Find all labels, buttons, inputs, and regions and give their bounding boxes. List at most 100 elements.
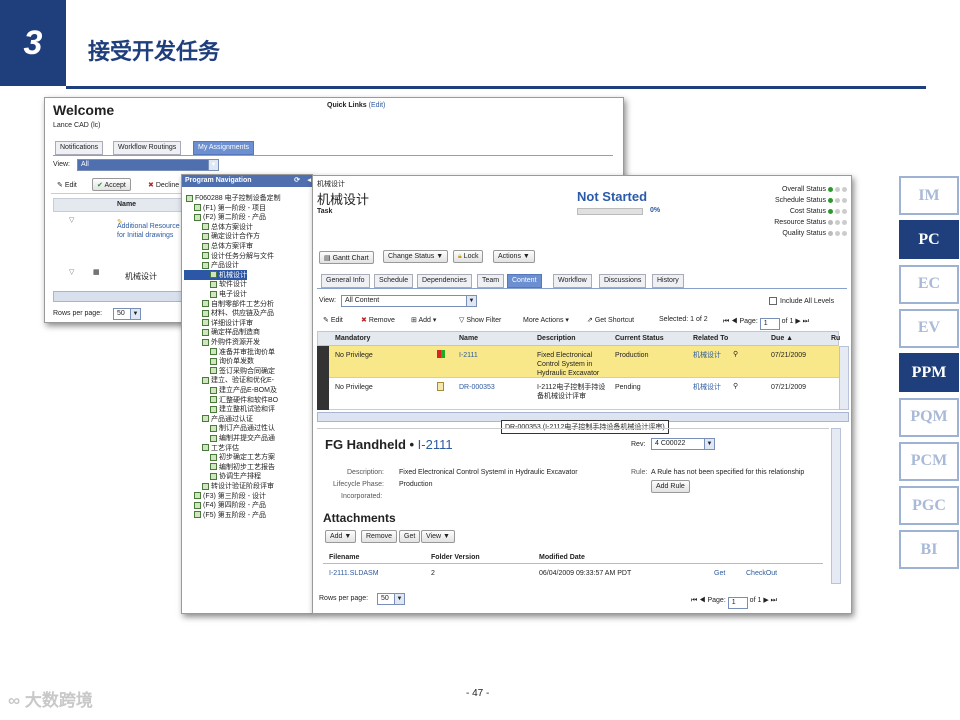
rows-per-page-select[interactable]: 50 ▼ xyxy=(377,593,405,605)
change-status-button[interactable]: Change Status ▼ xyxy=(383,250,449,263)
content-edit-button[interactable]: ✎ Edit xyxy=(323,316,343,324)
side-tab-pqm[interactable]: PQM xyxy=(899,397,959,437)
tab-history[interactable]: History xyxy=(652,274,684,288)
tree-item[interactable]: 电子设计 xyxy=(184,289,247,299)
tree-item[interactable]: 工艺评估 xyxy=(184,443,239,453)
tab-general-info[interactable]: General Info xyxy=(321,274,370,288)
side-tab-ppm[interactable]: PPM xyxy=(899,353,959,393)
assignment-row-2[interactable]: 机械设计 xyxy=(125,272,157,281)
tab-content[interactable]: Content xyxy=(507,274,542,288)
side-tab-pgc[interactable]: PGC xyxy=(899,486,959,526)
tree-item[interactable]: (F5) 第五阶段 - 产品 xyxy=(184,510,266,520)
content-remove-button[interactable]: ✖ Remove xyxy=(361,316,395,324)
view-select[interactable]: All ▼ xyxy=(77,159,219,171)
tree-item[interactable]: (F2) 第二阶段 - 产品 xyxy=(184,212,266,222)
side-tab-bi[interactable]: BI xyxy=(899,530,959,570)
tree-item[interactable]: 自制零部件工艺分析 xyxy=(184,299,274,309)
tab-team[interactable]: Team xyxy=(477,274,505,288)
side-tab-ev[interactable]: EV xyxy=(899,308,959,348)
tree-item[interactable]: 机械设计 xyxy=(184,269,247,280)
tree-item[interactable]: 建立整机试验和评 xyxy=(184,404,275,414)
first-page-icon[interactable]: ⏮ xyxy=(723,318,729,325)
tree-item[interactable]: 协调生产排程 xyxy=(184,471,261,481)
tab-schedule[interactable]: Schedule xyxy=(374,274,414,288)
tree-item[interactable]: 编制初步工艺报告 xyxy=(184,462,275,472)
tab-workflow-routings[interactable]: Workflow Routings xyxy=(113,141,182,155)
vertical-scrollbar[interactable] xyxy=(839,346,849,410)
tree-item[interactable]: 产品通过认证 xyxy=(184,414,253,424)
first-page-icon[interactable]: ⏮ xyxy=(691,597,697,604)
tab-workflow[interactable]: Workflow xyxy=(553,274,592,288)
tree-item[interactable]: 汇整硬件和软件BO xyxy=(184,395,278,405)
tree-item[interactable]: (F4) 第四阶段 - 产品 xyxy=(184,500,266,510)
more-actions-button[interactable]: More Actions ▾ xyxy=(523,316,569,324)
tree-item[interactable]: 总体方案评审 xyxy=(184,241,253,251)
tree-item[interactable]: 总体方案设计 xyxy=(184,222,253,232)
tree-item[interactable]: 准备并审批询价单 xyxy=(184,347,275,357)
tree-item[interactable]: 签订采购合同确定 xyxy=(184,366,275,376)
attachment-filename-link[interactable]: I-2111.SLDASM xyxy=(329,569,379,578)
content-add-button[interactable]: ⊞ Add ▾ xyxy=(411,316,436,324)
add-rule-button[interactable]: Add Rule xyxy=(651,480,690,493)
tree-item[interactable]: 外购件资源开发 xyxy=(184,337,260,347)
tree-item[interactable]: 转设计验证阶段评审 xyxy=(184,481,274,491)
lock-button[interactable]: 🔒︎ Lock xyxy=(453,250,484,263)
tree-item[interactable]: 编制并提交产品通 xyxy=(184,433,275,443)
attachment-get-link[interactable]: Get xyxy=(714,569,725,578)
actions-button[interactable]: Actions ▼ xyxy=(493,250,535,263)
collapse-icon[interactable]: ◂ xyxy=(307,176,311,184)
tree-item[interactable]: 产品设计 xyxy=(184,260,239,270)
attachment-checkout-link[interactable]: CheckOut xyxy=(746,569,777,578)
accept-button[interactable]: ✔ Accept xyxy=(92,178,131,191)
attachment-add-button[interactable]: Add ▼ xyxy=(325,530,357,543)
rev-select[interactable]: 4 C00022 ▼ xyxy=(651,438,715,450)
tab-discussions[interactable]: Discussions xyxy=(599,274,647,288)
gantt-chart-button[interactable]: ▤ Gantt Chart xyxy=(319,251,374,264)
side-tab-pc[interactable]: PC xyxy=(899,220,959,260)
assignment-row-1[interactable]: Additional Resource for Initial drawings xyxy=(117,222,183,240)
refresh-icon[interactable]: ⟳ xyxy=(294,176,300,184)
tree-item[interactable]: (F1) 第一阶段 - 项目 xyxy=(184,203,266,213)
rows-per-page-select[interactable]: 50 ▼ xyxy=(113,308,141,320)
tab-my-assignments[interactable]: My Assignments xyxy=(193,141,254,155)
show-filter-button[interactable]: ▽ Show Filter xyxy=(459,316,501,324)
side-tab-ec[interactable]: EC xyxy=(899,264,959,304)
attachment-view-button[interactable]: View ▼ xyxy=(421,530,455,543)
tree-item[interactable]: 确定设计合作方 xyxy=(184,231,260,241)
row2-name-link[interactable]: DR-000353 xyxy=(459,383,495,392)
side-tab-im[interactable]: IM xyxy=(899,176,959,215)
vertical-scrollbar[interactable] xyxy=(831,428,841,584)
tab-dependencies[interactable]: Dependencies xyxy=(417,274,472,288)
search-icon[interactable]: ⚲ xyxy=(733,350,738,359)
attachment-remove-button[interactable]: Remove xyxy=(361,530,398,543)
tree-item[interactable]: 初步确定工艺方案 xyxy=(184,452,275,462)
tree-item[interactable]: 设计任务分解与文件 xyxy=(184,251,274,261)
prev-page-icon[interactable]: ◀ xyxy=(699,597,705,604)
page-select[interactable]: 1 xyxy=(727,597,748,609)
row1-name-link[interactable]: I-2111 xyxy=(459,351,478,360)
row-selector[interactable] xyxy=(317,378,329,410)
prev-page-icon[interactable]: ◀ xyxy=(731,318,737,325)
row1-related-link[interactable]: 机械设计 xyxy=(693,351,721,360)
tree-item[interactable]: 详细设计评审 xyxy=(184,318,253,328)
tree-item[interactable]: 确定样品制造商 xyxy=(184,327,260,337)
page-select[interactable]: 1 xyxy=(759,318,780,330)
edit-button[interactable]: ✎ Edit xyxy=(57,181,77,189)
tab-notifications[interactable]: Notifications xyxy=(55,141,104,155)
decline-button[interactable]: ✖ Decline xyxy=(148,181,179,189)
tree-item[interactable]: 询价单发数 xyxy=(184,356,254,366)
next-page-icon[interactable]: ▶ xyxy=(763,597,768,604)
tree-item[interactable]: 建立产品E-BOM及 xyxy=(184,385,277,395)
quick-links-edit-link[interactable]: (Edit) xyxy=(369,102,386,109)
get-shortcut-button[interactable]: ⇗ Get Shortcut xyxy=(587,316,634,324)
last-page-icon[interactable]: ⏭ xyxy=(803,318,809,325)
side-tab-pcm[interactable]: PCM xyxy=(899,441,959,481)
attachment-get-button[interactable]: Get xyxy=(399,530,421,543)
row2-related-link[interactable]: 机械设计 xyxy=(693,383,721,392)
tree-item[interactable]: 建立、验证和优化E- xyxy=(184,375,274,385)
search-icon[interactable]: ⚲ xyxy=(733,382,738,391)
content-view-select[interactable]: All Content ▼ xyxy=(341,295,477,307)
tree-item[interactable]: (F3) 第三阶段 - 设计 xyxy=(184,491,266,501)
last-page-icon[interactable]: ⏭ xyxy=(771,597,777,604)
tree-item[interactable]: 制订产品通过性认 xyxy=(184,423,275,433)
